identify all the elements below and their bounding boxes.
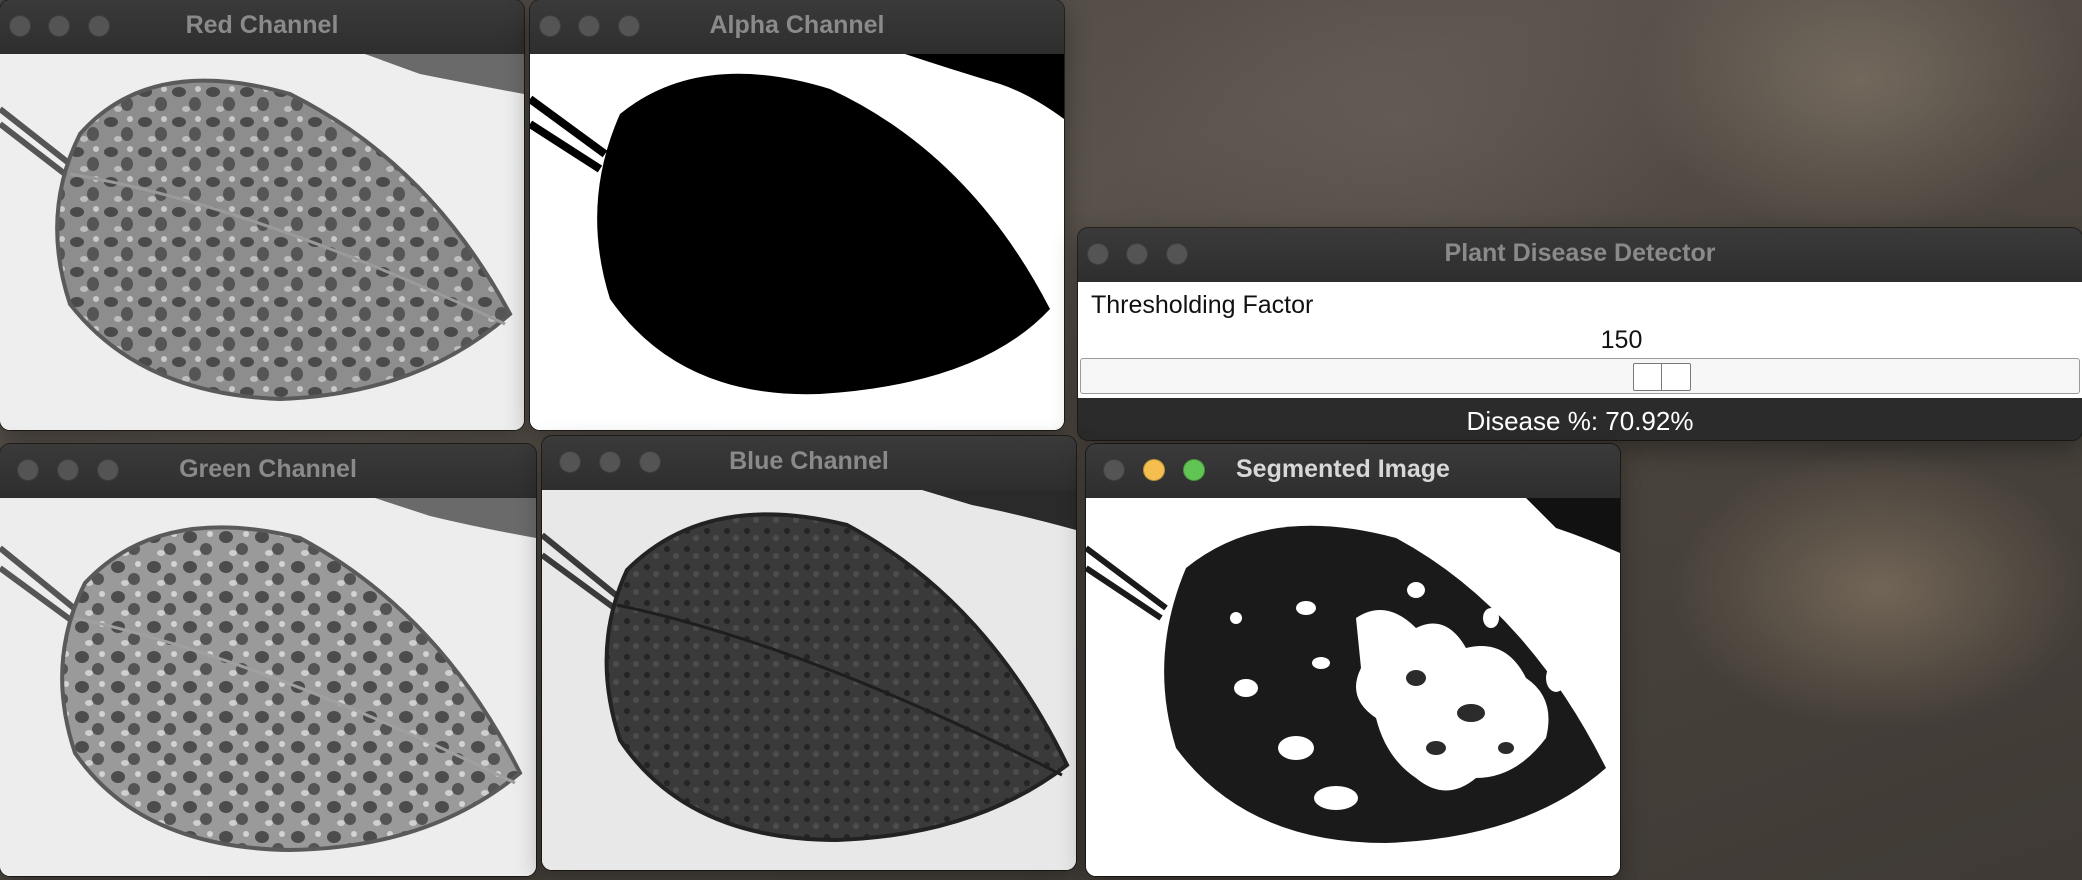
segmented-image-titlebar[interactable]: Segmented Image — [1086, 444, 1620, 499]
detector-titlebar[interactable]: Plant Disease Detector — [1078, 228, 2082, 283]
red-channel-titlebar[interactable]: Red Channel — [0, 0, 524, 55]
red-channel-image — [0, 54, 524, 430]
green-channel-titlebar[interactable]: Green Channel — [0, 444, 536, 499]
alpha-channel-window[interactable]: Alpha Channel — [530, 0, 1064, 430]
threshold-label: Thresholding Factor — [1091, 291, 1314, 319]
alpha-channel-image — [530, 54, 1064, 430]
blue-channel-titlebar[interactable]: Blue Channel — [542, 436, 1076, 491]
leaf-image — [0, 54, 524, 430]
leaf-image — [0, 498, 536, 876]
window-title: Blue Channel — [729, 447, 889, 475]
threshold-value: 150 — [1600, 326, 1643, 354]
window-title: Plant Disease Detector — [1444, 239, 1716, 267]
leaf-image — [542, 490, 1076, 870]
plant-disease-detector-window[interactable]: Plant Disease Detector Thresholding Fact… — [1078, 228, 2082, 440]
detector-body: Thresholding Factor 150 Disease %: 70.92… — [1078, 282, 2082, 440]
green-channel-window[interactable]: Green Channel — [0, 444, 536, 876]
alpha-channel-titlebar[interactable]: Alpha Channel — [530, 0, 1064, 55]
blue-channel-window[interactable]: Blue Channel — [542, 436, 1076, 870]
segmented-image — [1086, 498, 1620, 876]
window-title: Segmented Image — [1236, 455, 1450, 483]
window-title: Alpha Channel — [709, 11, 885, 39]
blue-channel-image — [542, 490, 1076, 870]
red-channel-window[interactable]: Red Channel — [0, 0, 524, 430]
threshold-slider[interactable] — [1080, 358, 2080, 394]
segmented-leaf-image — [1086, 498, 1620, 876]
segmented-image-window[interactable]: Segmented Image — [1086, 444, 1620, 876]
leaf-mask-image — [530, 54, 1064, 430]
threshold-panel: Thresholding Factor 150 — [1078, 282, 2082, 398]
slider-handle[interactable] — [1633, 363, 1691, 391]
disease-percentage: Disease %: 70.92% — [1466, 406, 1694, 436]
window-title: Green Channel — [179, 455, 357, 483]
green-channel-image — [0, 498, 536, 876]
window-title: Red Channel — [185, 11, 339, 39]
